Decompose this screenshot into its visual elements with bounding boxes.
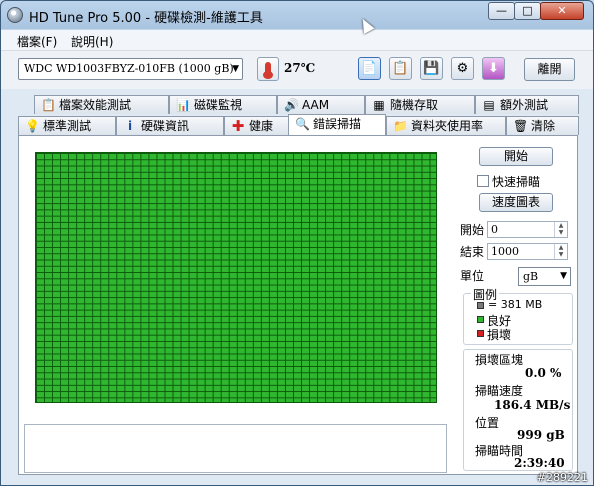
save-button[interactable]: 💾	[420, 57, 443, 80]
tab-disk-monitor[interactable]: 📊 磁碟監視	[169, 95, 277, 114]
unit-value: gB	[523, 270, 539, 283]
spinner-arrows-icon[interactable]: ▲ ▼	[554, 244, 567, 259]
tab-random-access[interactable]: ▦ 隨機存取	[365, 95, 475, 114]
chevron-down-icon: ▼	[560, 271, 567, 281]
minimize-button[interactable]: —	[488, 2, 515, 20]
tab-label: 標準測試	[43, 119, 92, 133]
file-benchmark-icon: 📋	[41, 98, 56, 112]
window-title: HD Tune Pro 5.00 - 硬碟檢測-維護工具	[29, 11, 263, 26]
tab-label: 資料夾使用率	[411, 119, 484, 133]
download-button[interactable]: ⬇	[482, 57, 505, 80]
tab-label: 清除	[531, 119, 556, 133]
copy-all-icon: 📋	[392, 61, 409, 76]
tab-label: 隨機存取	[390, 98, 439, 112]
legend-swatch-block-size	[477, 302, 484, 309]
start-scan-button[interactable]: 開始	[479, 147, 553, 166]
drive-select[interactable]: WDC WD1003FBYZ-010FB (1000 gB) ▼	[18, 58, 243, 80]
position-value: 999 gB	[517, 428, 565, 442]
download-arrow-icon: ⬇	[488, 61, 499, 76]
scan-speed-label: 掃瞄速度	[475, 384, 524, 398]
tab-erase[interactable]: 🗑 清除	[506, 116, 579, 135]
disk-monitor-icon: 📊	[176, 98, 191, 112]
end-value: 1000	[491, 245, 519, 258]
tab-health[interactable]: ✚ 健康	[224, 116, 298, 135]
menu-help[interactable]: 說明(H)	[71, 33, 113, 50]
menu-file[interactable]: 檔案(F)	[17, 33, 57, 50]
end-input[interactable]: 1000 ▲ ▼	[487, 243, 568, 260]
spinner-arrows-icon[interactable]: ▲ ▼	[554, 222, 567, 237]
chevron-down-icon: ▼	[232, 64, 239, 74]
save-icon: 💾	[423, 61, 440, 76]
benchmark-icon: 💡	[25, 119, 40, 133]
damaged-blocks-value: 0.0 %	[525, 366, 562, 380]
scan-time-value: 2:39:40	[514, 456, 565, 470]
tab-label: 額外測試	[500, 98, 549, 112]
scan-speed-value: 186.4 MB/s	[494, 398, 571, 412]
options-button[interactable]: ⚙	[451, 57, 474, 80]
random-access-icon: ▦	[373, 98, 385, 112]
start-input[interactable]: 0 ▲ ▼	[487, 221, 568, 238]
tab-label: 健康	[249, 119, 274, 133]
tab-aam[interactable]: 🔊 AAM	[277, 95, 365, 114]
end-label: 結束	[460, 245, 485, 259]
extra-tests-icon: ▤	[483, 98, 495, 112]
position-label: 位置	[475, 416, 500, 430]
speaker-icon: 🔊	[284, 98, 299, 112]
trash-icon: 🗑	[513, 119, 529, 133]
tab-label: 硬碟資訊	[141, 119, 190, 133]
tab-folder-usage[interactable]: 📁 資料夾使用率	[386, 116, 506, 135]
damaged-blocks-label: 損壞區塊	[475, 353, 524, 367]
health-cross-icon: ✚	[231, 117, 245, 135]
quick-scan-checkbox[interactable]	[477, 175, 489, 187]
legend-swatch-good	[477, 316, 484, 323]
copy-text-button[interactable]: 📄	[358, 57, 381, 80]
start-label: 開始	[460, 223, 485, 237]
start-value: 0	[491, 223, 498, 236]
tab-extra-tests[interactable]: ▤ 額外測試	[475, 95, 579, 114]
tab-file-benchmark[interactable]: 📋 檔案效能測試	[34, 95, 169, 114]
log-box	[24, 424, 447, 473]
close-button[interactable]: ✕	[540, 2, 584, 20]
title-bar: HD Tune Pro 5.00 - 硬碟檢測-維護工具 — □ ✕	[1, 1, 593, 29]
info-icon: i	[127, 119, 133, 133]
app-icon	[7, 7, 23, 23]
tab-label: 磁碟監視	[194, 98, 243, 112]
unit-select[interactable]: gB ▼	[518, 267, 571, 286]
tab-error-scan[interactable]: 🔍 錯誤掃描	[288, 114, 386, 135]
drive-select-value: WDC WD1003FBYZ-010FB (1000 gB)	[24, 62, 234, 75]
tab-label: 檔案效能測試	[59, 98, 132, 112]
maximize-button[interactable]: □	[514, 2, 541, 20]
options-icon: ⚙	[456, 61, 469, 76]
block-map-grid	[35, 152, 437, 403]
exit-button[interactable]: 離開	[524, 58, 575, 81]
copy-all-button[interactable]: 📋	[389, 57, 412, 80]
tab-row-top: 📋 檔案效能測試 📊 磁碟監視 🔊 AAM ▦ 隨機存取 ▤ 額外測試	[18, 95, 579, 114]
speed-map-button[interactable]: 速度圖表	[479, 193, 553, 212]
tab-info[interactable]: i 硬碟資訊	[116, 116, 224, 135]
thermometer-icon	[257, 57, 279, 81]
magnifier-icon: 🔍	[295, 117, 310, 131]
tab-row-bottom: 💡 標準測試 i 硬碟資訊 ✚ 健康 🔍 錯誤掃描 📁 資料夾使用率 🗑 清除	[18, 114, 579, 135]
legend-block-size-label: = 381 MB	[488, 298, 543, 311]
quick-scan-label: 快速掃瞄	[492, 175, 541, 189]
menu-bar: 檔案(F) 說明(H)	[1, 30, 593, 51]
folder-icon: 📁	[393, 119, 408, 133]
legend-damaged-label: 損壞	[487, 328, 512, 342]
tab-benchmark[interactable]: 💡 標準測試	[18, 116, 116, 135]
temperature-readout: 27℃	[284, 61, 316, 75]
tab-label: 錯誤掃描	[313, 117, 362, 131]
copy-text-icon: 📄	[361, 61, 378, 76]
watermark: #289221	[536, 471, 588, 484]
legend-swatch-damaged	[477, 330, 484, 337]
app-window: HD Tune Pro 5.00 - 硬碟檢測-維護工具 — □ ✕ 檔案(F)…	[0, 0, 594, 486]
unit-label: 單位	[460, 269, 485, 283]
tab-label: AAM	[302, 98, 330, 112]
